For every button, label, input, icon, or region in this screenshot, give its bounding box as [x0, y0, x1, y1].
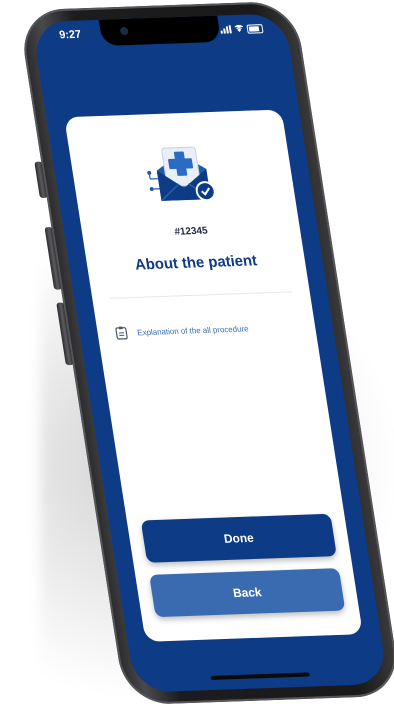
status-icons	[220, 23, 264, 35]
phone-screen: 9:27 #12345 About the patient Explanatio…	[31, 13, 389, 693]
camera-icon	[119, 26, 129, 36]
wifi-icon	[233, 24, 244, 34]
case-id: #12345	[173, 225, 209, 238]
phone-device: 9:27 #12345 About the patient Explanatio…	[17, 0, 394, 706]
medical-envelope-icon	[147, 146, 216, 202]
status-time: 9:27	[58, 28, 83, 42]
signal-icon	[220, 25, 232, 34]
mockup-scene: 9:27 #12345 About the patient Explanatio…	[0, 0, 394, 710]
notch	[98, 15, 222, 46]
home-indicator[interactable]	[210, 672, 310, 680]
list-item[interactable]: Explanation of the all procedure	[114, 319, 304, 340]
battery-icon	[246, 23, 264, 34]
divider	[110, 291, 292, 299]
back-button[interactable]: Back	[149, 568, 346, 618]
done-button[interactable]: Done	[140, 513, 337, 563]
card-title: About the patient	[133, 252, 259, 274]
list-item-label: Explanation of the all procedure	[136, 323, 250, 337]
clipboard-icon	[115, 326, 128, 340]
